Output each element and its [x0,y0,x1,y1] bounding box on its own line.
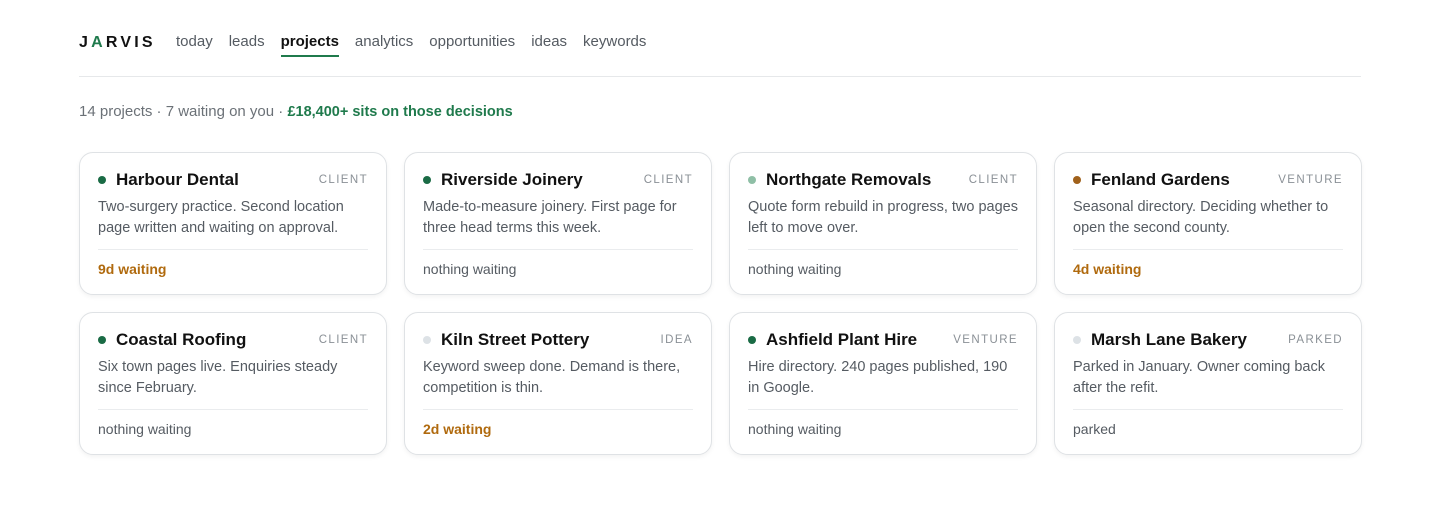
project-name: Fenland Gardens [1091,170,1230,189]
project-type-badge: CLIENT [968,174,1018,186]
project-status: nothing waiting [98,421,192,437]
summary-value: £18,400+ sits on those decisions [287,104,513,120]
status-dot-icon [423,336,431,344]
project-name: Coastal Roofing [116,330,247,349]
project-card[interactable]: Northgate Removals CLIENT Quote form rebui… [729,152,1037,295]
top-bar: JARVIS today leads projects analytics opport… [79,0,1361,77]
project-name: Northgate Removals [766,170,932,189]
project-card[interactable]: Coastal Roofing CLIENT Six town pages live… [79,312,387,455]
project-description: Quote form rebuild in progress, two page… [748,199,1018,236]
status-dot-icon [748,336,756,344]
card-header: Ashfield Plant Hire VENTURE [748,330,1018,350]
card-divider [98,249,368,250]
summary-counts: 14 projects · 7 waiting on you · [79,103,288,120]
status-dot-icon [98,176,106,184]
project-type-badge: IDEA [660,334,693,346]
project-type-badge: VENTURE [1278,174,1343,186]
project-status: 2d waiting [423,421,492,437]
project-name: Kiln Street Pottery [441,330,590,349]
status-dot-icon [1073,336,1081,344]
card-divider [748,409,1018,410]
nav-tab-keywords[interactable]: keywords [583,33,646,57]
project-name: Marsh Lane Bakery [1091,330,1247,349]
card-divider [423,409,693,410]
project-type-badge: CLIENT [643,174,693,186]
project-card[interactable]: Marsh Lane Bakery PARKED Parked in January… [1054,312,1362,455]
project-description: Keyword sweep done. Demand is there, com… [423,359,681,396]
status-dot-icon [1073,176,1081,184]
card-divider [98,409,368,410]
project-card[interactable]: Riverside Joinery CLIENT Made-to-measure j… [404,152,712,295]
project-name: Harbour Dental [116,170,239,189]
card-header: Marsh Lane Bakery PARKED [1073,330,1343,350]
project-type-badge: CLIENT [318,334,368,346]
project-card[interactable]: Harbour Dental CLIENT Two-surgery practice… [79,152,387,295]
status-dot-icon [98,336,106,344]
card-header: Northgate Removals CLIENT [748,170,1018,190]
card-header: Riverside Joinery CLIENT [423,170,693,190]
status-dot-icon [748,176,756,184]
card-divider [748,249,1018,250]
card-header: Harbour Dental CLIENT [98,170,368,190]
nav-tab-opportunities[interactable]: opportunities [429,33,515,57]
project-name: Ashfield Plant Hire [766,330,918,349]
project-card[interactable]: Ashfield Plant Hire VENTURE Hire directory… [729,312,1037,455]
card-divider [1073,249,1343,250]
project-grid: Harbour Dental CLIENT Two-surgery practice… [79,152,1362,455]
nav-tab-today[interactable]: today [176,33,213,57]
project-description: Seasonal directory. Deciding whether to … [1073,199,1329,236]
project-status: nothing waiting [748,261,842,277]
project-status: 9d waiting [98,261,167,277]
project-card[interactable]: Fenland Gardens VENTURE Seasonal directory… [1054,152,1362,295]
card-header: Fenland Gardens VENTURE [1073,170,1343,190]
card-divider [423,249,693,250]
project-status: 4d waiting [1073,261,1142,277]
projects-summary: 14 projects · 7 waiting on you · £18,400… [79,103,513,120]
nav-tab-analytics[interactable]: analytics [355,33,413,57]
project-type-badge: CLIENT [318,174,368,186]
project-description: Two-surgery practice. Second location pa… [98,199,344,236]
main-nav: today leads projects analytics opportunities… [176,33,646,57]
card-header: Kiln Street Pottery IDEA [423,330,693,350]
card-divider [1073,409,1343,410]
project-type-badge: PARKED [1288,334,1343,346]
brand-logo[interactable]: JARVIS [79,34,156,52]
project-status: nothing waiting [748,421,842,437]
project-description: Parked in January. Owner coming back aft… [1073,359,1325,396]
project-description: Hire directory. 240 pages published, 190… [748,359,1008,396]
nav-tab-projects[interactable]: projects [280,33,339,57]
nav-tab-ideas[interactable]: ideas [531,33,567,57]
project-status: nothing waiting [423,261,517,277]
project-name: Riverside Joinery [441,170,583,189]
nav-tab-leads[interactable]: leads [229,33,265,57]
project-type-badge: VENTURE [953,334,1018,346]
card-header: Coastal Roofing CLIENT [98,330,368,350]
status-dot-icon [423,176,431,184]
project-card[interactable]: Kiln Street Pottery IDEA Keyword sweep don… [404,312,712,455]
project-status: parked [1073,421,1116,437]
project-description: Six town pages live. Enquiries steady si… [98,359,338,396]
project-description: Made-to-measure joinery. First page for … [423,199,677,236]
